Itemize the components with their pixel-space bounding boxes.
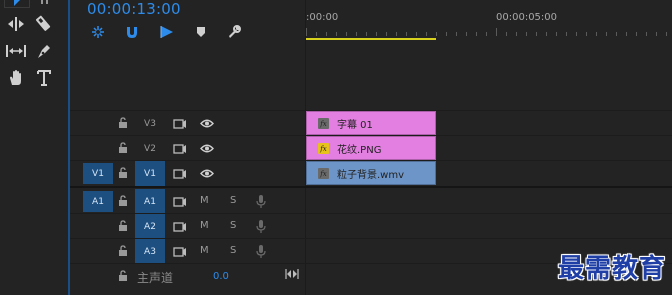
- track-target-v1[interactable]: V1: [135, 161, 165, 186]
- microphone-icon[interactable]: [256, 219, 266, 234]
- eye-icon[interactable]: [200, 143, 214, 154]
- playhead-timecode[interactable]: 00:00:13:00: [87, 0, 181, 18]
- master-volume-value[interactable]: 0.0: [213, 271, 229, 282]
- sync-lock-icon[interactable]: [173, 168, 187, 180]
- lock-icon[interactable]: [117, 117, 129, 129]
- watermark-logo: 最需教育: [557, 254, 666, 284]
- sync-lock-icon[interactable]: [173, 221, 187, 233]
- ripple-edit-icon[interactable]: [4, 13, 28, 35]
- track-header-v3: V3: [70, 111, 305, 136]
- lock-icon[interactable]: [117, 220, 129, 232]
- ruler-label-start: :00:00: [306, 12, 339, 23]
- snap-icon[interactable]: [90, 24, 106, 40]
- track-target-v3[interactable]: V3: [135, 111, 165, 136]
- pen-icon[interactable]: [32, 40, 56, 62]
- track-v1: V1 V1 fx 粒子背景.wmv: [70, 161, 672, 186]
- type-icon[interactable]: [32, 67, 56, 89]
- lock-icon[interactable]: [117, 167, 129, 179]
- selection-tool-icon[interactable]: [4, 0, 30, 8]
- hand-icon[interactable]: [4, 67, 28, 89]
- clip-v3[interactable]: fx 字幕 01: [306, 111, 436, 135]
- mute-button[interactable]: M: [200, 245, 209, 256]
- go-to-in-out-icon[interactable]: [285, 268, 299, 280]
- track-target-a3[interactable]: A3: [135, 239, 165, 264]
- slip-icon[interactable]: [4, 40, 28, 62]
- razor-icon[interactable]: [31, 13, 55, 35]
- track-v3: V3 fx 字幕 01: [70, 111, 672, 136]
- sync-lock-icon[interactable]: [173, 118, 187, 130]
- ruler-ticks: [306, 28, 667, 36]
- track-target-a2[interactable]: A2: [135, 214, 165, 239]
- eye-icon[interactable]: [200, 168, 214, 179]
- track-header-a3: A3 M S: [70, 239, 305, 264]
- lock-icon[interactable]: [117, 245, 129, 257]
- track-v2: V2 fx 花纹.PNG: [70, 136, 672, 161]
- track-a2: A2 M S: [70, 214, 672, 239]
- track-header-a1: A1 A1 M S: [70, 189, 305, 214]
- wrench-icon[interactable]: [226, 24, 242, 40]
- track-target-a1[interactable]: A1: [135, 189, 165, 214]
- clip-v2[interactable]: fx 花纹.PNG: [306, 136, 436, 160]
- lock-icon[interactable]: [117, 195, 129, 207]
- track-a1: A1 A1 M S: [70, 189, 672, 214]
- track-select-icon[interactable]: [34, 0, 58, 8]
- source-patch-a1[interactable]: A1: [83, 191, 113, 212]
- time-ruler[interactable]: :00:00 00:00:05:00: [306, 0, 672, 42]
- sync-lock-icon[interactable]: [173, 196, 187, 208]
- video-audio-divider: [70, 186, 672, 188]
- ruler-label-5s: 00:00:05:00: [496, 12, 558, 23]
- microphone-icon[interactable]: [256, 244, 266, 259]
- track-header-v2: V2: [70, 136, 305, 161]
- add-marker-icon[interactable]: [159, 24, 175, 40]
- microphone-icon[interactable]: [256, 194, 266, 209]
- eye-icon[interactable]: [200, 118, 214, 129]
- master-track-label: 主声道: [137, 271, 174, 285]
- source-patch-v1[interactable]: V1: [83, 163, 113, 184]
- clip-name: 花纹.PNG: [337, 145, 382, 156]
- magnet-link-icon[interactable]: [124, 24, 140, 40]
- clip-v1[interactable]: fx 粒子背景.wmv: [306, 161, 436, 185]
- track-header-a2: A2 M S: [70, 214, 305, 239]
- solo-button[interactable]: S: [230, 220, 236, 231]
- mute-button[interactable]: M: [200, 220, 209, 231]
- master-lock-icon[interactable]: [117, 270, 129, 282]
- track-target-v2[interactable]: V2: [135, 136, 165, 161]
- tools-panel: [0, 0, 66, 295]
- marker-icon[interactable]: [193, 24, 209, 40]
- sync-lock-icon[interactable]: [173, 143, 187, 155]
- fx-badge-icon[interactable]: fx: [318, 118, 329, 129]
- work-area-bar[interactable]: [306, 38, 436, 40]
- fx-badge-icon[interactable]: fx: [318, 168, 329, 179]
- fx-badge-icon[interactable]: fx: [318, 143, 329, 154]
- clip-name: 字幕 01: [337, 120, 373, 131]
- track-header-v1: V1 V1: [70, 161, 305, 186]
- lock-icon[interactable]: [117, 142, 129, 154]
- solo-button[interactable]: S: [230, 245, 236, 256]
- clip-name: 粒子背景.wmv: [337, 170, 405, 181]
- mute-button[interactable]: M: [200, 195, 209, 206]
- sync-lock-icon[interactable]: [173, 246, 187, 258]
- solo-button[interactable]: S: [230, 195, 236, 206]
